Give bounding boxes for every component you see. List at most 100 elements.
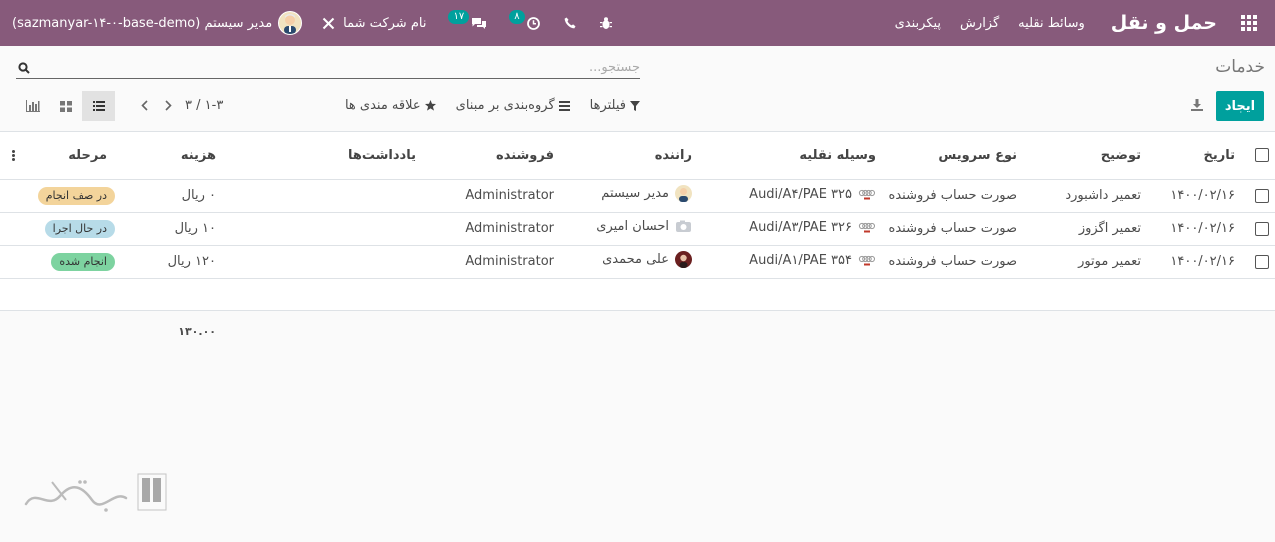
bars-icon [558,100,570,111]
menu-reporting[interactable]: گزارش [960,16,999,31]
header-service-type[interactable]: نوع سرویس [882,132,1023,180]
menu-vehicles[interactable]: وسائط نقلیه [1018,16,1085,31]
cell-service-type: صورت حساب فروشنده [882,179,1023,213]
cell-description: تعمیر موتور [1023,245,1147,279]
cell-seller: Administrator [422,245,560,279]
cell-description: تعمیر اگزوز [1023,212,1147,246]
cell-vehicle: Audi/A۴/PAE ۳۲۵ [749,186,852,202]
cell-notes [257,245,422,279]
header-stage[interactable]: مرحله [68,148,115,163]
cell-vehicle: Audi/A۳/PAE ۳۲۶ [749,219,852,235]
header-vehicle[interactable]: وسیله نقلیه [698,132,882,180]
row-checkbox[interactable] [1255,221,1269,236]
activities-count-badge: ۸ [509,10,525,24]
cell-cost: ۱۰ ریال [121,212,222,246]
graph-view-icon[interactable] [16,91,49,121]
pager-value[interactable]: ۱-۳ / ۳ [185,98,223,113]
cell-driver: مدیر سیستم [601,186,669,201]
driver-avatar [675,251,692,268]
audi-logo-icon [858,256,875,266]
groupby-toggle[interactable]: گروه‌بندی بر مبنای [456,98,570,113]
table-row[interactable]: ۱۴۰۰/۰۲/۱۶ تعمیر موتور صورت حساب فروشنده Au… [0,245,1275,279]
user-menu[interactable]: مدیر سیستم (sazmanyar-۱۴-۰-base-demo) [12,0,310,46]
apps-menu-icon[interactable] [1237,11,1261,35]
total-cost: ۱۳۰.۰۰ [121,310,222,353]
table-row[interactable]: ۱۴۰۰/۰۲/۱۶ تعمیر داشبورد صورت حساب فروشنده… [0,179,1275,213]
optional-columns-icon[interactable] [6,149,20,161]
select-all-checkbox[interactable] [1255,148,1269,163]
top-navbar: حمل و نقل وسائط نقلیه گزارش پیکربندی ۸ ۱… [0,0,1275,46]
pager-next-icon[interactable] [137,97,151,113]
search-options: فیلترها گروه‌بندی بر مبنای علاقه مندی ها [345,98,640,113]
favorites-label: علاقه مندی ها [344,98,421,113]
stage-badge: در صف انجام [37,186,115,205]
list-view-icon[interactable] [82,91,115,121]
cell-seller: Administrator [422,212,560,246]
company-name: نام شرکت شما [343,15,427,31]
audi-logo-icon [858,223,875,233]
cell-cost: ۰ ریال [121,179,222,213]
search-icon[interactable] [16,60,32,76]
create-button[interactable]: ایجاد [1216,91,1264,121]
search-input[interactable] [32,57,640,78]
kanban-view-icon[interactable] [49,91,82,121]
header-date[interactable]: تاریخ [1147,132,1241,180]
header-driver[interactable]: راننده [560,132,698,180]
cell-notes [257,179,422,213]
cell-notes [257,212,422,246]
driver-avatar [675,218,692,235]
stage-badge: در حال اجرا [44,219,115,238]
table-row[interactable]: ۱۴۰۰/۰۲/۱۶ تعمیر اگزوز صورت حساب فروشنده Au… [0,212,1275,246]
comments-icon [472,17,487,29]
row-checkbox[interactable] [1255,254,1269,269]
search-bar [16,57,640,79]
page-title: خدمات [1215,57,1265,77]
cell-driver: علی محمدی [602,252,669,267]
user-name: مدیر سیستم (sazmanyar-۱۴-۰-base-demo) [12,15,273,31]
cell-date: ۱۴۰۰/۰۲/۱۶ [1147,212,1241,246]
cell-service-type: صورت حساب فروشنده [882,212,1023,246]
systray: ۸ ۱۷ نام شرکت شما مدیر سیستم (sazmanyar-… [12,0,624,46]
cell-date: ۱۴۰۰/۰۲/۱۶ [1147,179,1241,213]
header-seller[interactable]: فروشنده [422,132,560,180]
services-table: تاریخ توضیح نوع سرویس وسیله نقلیه راننده… [0,132,1275,353]
cell-driver: احسان امیری [596,219,669,234]
view-switcher [16,91,115,121]
favorites-toggle[interactable]: علاقه مندی ها [345,98,436,113]
download-icon[interactable] [1189,97,1205,113]
star-icon [424,100,436,111]
cell-description: تعمیر داشبورد [1023,179,1147,213]
tools-icon [322,17,335,29]
table-footer: ۱۳۰.۰۰ [0,310,1275,353]
activities-menu[interactable]: ۸ [499,0,551,46]
clock-icon [526,16,540,30]
empty-row [0,278,1275,311]
stage-badge: انجام شده [51,252,115,271]
filters-toggle[interactable]: فیلترها [590,98,640,113]
header-description[interactable]: توضیح [1023,132,1147,180]
messages-count-badge: ۱۷ [448,10,470,24]
main-menu: وسائط نقلیه گزارش پیکربندی [895,16,1085,31]
company-switcher[interactable]: نام شرکت شما [310,0,438,46]
table-header: تاریخ توضیح نوع سرویس وسیله نقلیه راننده… [0,132,1275,180]
menu-configuration[interactable]: پیکربندی [895,16,941,31]
user-avatar [278,11,303,35]
row-checkbox[interactable] [1255,188,1269,203]
voip-phone-icon[interactable] [552,0,588,46]
pager-previous-icon[interactable] [161,97,175,113]
cell-seller: Administrator [422,179,560,213]
driver-avatar [675,185,692,202]
cell-vehicle: Audi/A۱/PAE ۳۵۴ [749,252,852,268]
header-notes[interactable]: یادداشت‌ها [257,132,422,180]
debug-bug-icon[interactable] [588,0,624,46]
pager: ۱-۳ / ۳ [137,97,223,113]
audi-logo-icon [858,190,875,200]
cell-cost: ۱۲۰ ریال [121,245,222,279]
app-brand[interactable]: حمل و نقل [1111,12,1217,34]
header-cost[interactable]: هزینه [121,132,222,180]
messaging-menu[interactable]: ۱۷ [438,0,499,46]
watermark-logo [22,470,172,520]
filters-label: فیلترها [589,98,626,113]
filter-icon [630,100,640,111]
cell-service-type: صورت حساب فروشنده [882,245,1023,279]
